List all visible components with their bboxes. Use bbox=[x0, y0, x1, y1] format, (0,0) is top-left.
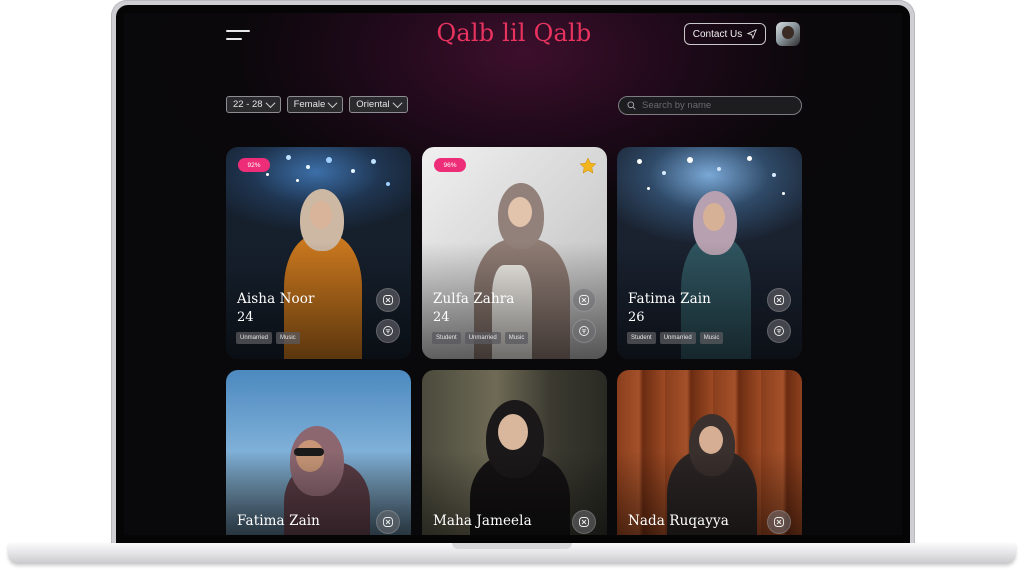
profile-age: 24 bbox=[433, 310, 450, 325]
contact-us-button[interactable]: Contact Us bbox=[684, 23, 766, 45]
filter-icon bbox=[774, 326, 784, 336]
profile-tag: Music bbox=[276, 332, 300, 344]
contact-us-label: Contact Us bbox=[692, 28, 743, 40]
search-box[interactable] bbox=[618, 96, 802, 115]
search-input[interactable] bbox=[642, 100, 792, 111]
close-circle-icon bbox=[774, 295, 784, 305]
profile-tag: Student bbox=[432, 332, 461, 344]
profile-tag: Unmarried bbox=[659, 332, 696, 344]
dismiss-button[interactable] bbox=[572, 510, 596, 534]
chevron-down-icon bbox=[265, 98, 276, 109]
dismiss-button[interactable] bbox=[572, 288, 596, 312]
profile-tag: Music bbox=[504, 332, 529, 344]
region-dropdown[interactable]: Oriental bbox=[349, 96, 408, 113]
hamburger-icon[interactable] bbox=[226, 28, 252, 42]
details-button[interactable] bbox=[572, 319, 596, 343]
profile-age: 26 bbox=[628, 310, 645, 325]
match-badge: 96% bbox=[434, 158, 466, 172]
close-circle-icon bbox=[579, 517, 589, 527]
profile-card[interactable]: 96% Zulfa Zahra 24 Student Unmarried Mus… bbox=[422, 147, 607, 359]
profile-tag: Music bbox=[699, 332, 724, 344]
profile-name: Fatima Zain bbox=[237, 513, 320, 529]
chevron-down-icon bbox=[327, 98, 338, 109]
profile-card[interactable]: Nada Ruqayya bbox=[617, 370, 802, 535]
star-icon[interactable] bbox=[578, 156, 598, 176]
age-range-dropdown[interactable]: 22 - 28 bbox=[226, 96, 281, 113]
profile-name: Aisha Noor bbox=[237, 291, 315, 307]
close-circle-icon bbox=[383, 295, 393, 305]
profile-card[interactable]: Maha Jameela bbox=[422, 370, 607, 535]
chevron-down-icon bbox=[392, 98, 402, 109]
profile-name: Zulfa Zahra bbox=[433, 291, 515, 307]
filter-icon bbox=[383, 326, 393, 336]
dismiss-button[interactable] bbox=[767, 288, 791, 312]
dismiss-button[interactable] bbox=[376, 510, 400, 534]
close-circle-icon bbox=[579, 295, 589, 305]
profile-tag: Student bbox=[627, 332, 656, 344]
gender-dropdown[interactable]: Female bbox=[286, 96, 344, 113]
profile-age: 24 bbox=[237, 310, 254, 325]
dismiss-button[interactable] bbox=[376, 288, 400, 312]
profile-name: Nada Ruqayya bbox=[628, 513, 729, 529]
send-icon bbox=[747, 29, 758, 39]
match-badge: 92% bbox=[238, 158, 270, 172]
filter-bar: 22 - 28 Female Oriental bbox=[226, 96, 408, 113]
laptop-notch bbox=[452, 543, 572, 549]
close-circle-icon bbox=[383, 517, 393, 527]
profile-tags: Unmarried Music bbox=[236, 332, 300, 344]
region-value: Oriental bbox=[356, 99, 390, 110]
gender-value: Female bbox=[293, 99, 326, 110]
user-avatar[interactable] bbox=[776, 22, 800, 46]
app-screen: Qalb lil Qalb Contact Us 22 - 28 Female … bbox=[124, 13, 902, 535]
details-button[interactable] bbox=[376, 319, 400, 343]
profile-tags: Student Unmarried Music bbox=[432, 332, 529, 344]
app-logo[interactable]: Qalb lil Qalb bbox=[354, 19, 674, 47]
profile-tags: Student Unmarried Music bbox=[627, 332, 724, 344]
close-circle-icon bbox=[774, 517, 784, 527]
search-icon bbox=[627, 101, 636, 110]
profile-card[interactable]: Fatima Zain 26 Student Unmarried Music bbox=[617, 147, 802, 359]
profile-name: Fatima Zain bbox=[628, 291, 711, 307]
profile-name: Maha Jameela bbox=[433, 513, 532, 529]
profile-card[interactable]: 92% Aisha Noor 24 Unmarried Music bbox=[226, 147, 411, 359]
profile-tag: Unmarried bbox=[236, 332, 273, 344]
profile-tag: Unmarried bbox=[464, 332, 501, 344]
age-range-value: 22 - 28 bbox=[233, 99, 263, 110]
profile-card[interactable]: Fatima Zain bbox=[226, 370, 411, 535]
filter-icon bbox=[579, 326, 589, 336]
details-button[interactable] bbox=[767, 319, 791, 343]
dismiss-button[interactable] bbox=[767, 510, 791, 534]
